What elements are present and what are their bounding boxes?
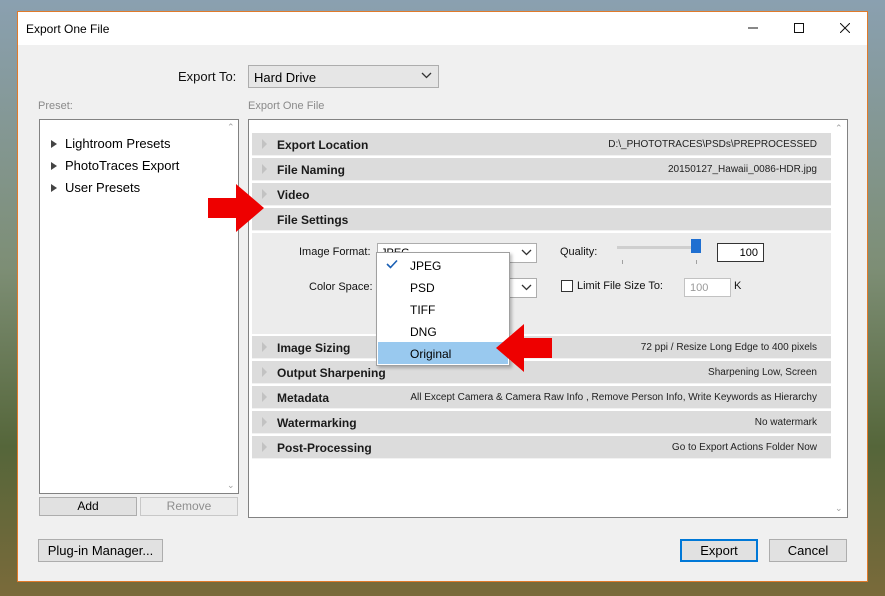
expand-triangle-icon[interactable]	[51, 183, 57, 192]
red-arrow-left-icon	[496, 324, 552, 372]
tree-item-user-presets[interactable]: User Presets	[51, 180, 140, 195]
export-button[interactable]: Export	[680, 539, 758, 562]
section-title: Video	[277, 188, 310, 202]
collapse-triangle-icon	[262, 367, 267, 377]
format-option-tiff[interactable]: TIFF	[378, 298, 508, 320]
option-label: Original	[410, 347, 452, 361]
chevron-down-icon	[421, 72, 432, 79]
preset-scrollbar[interactable]: ⌃ ⌄	[224, 120, 238, 493]
format-option-original[interactable]: Original	[378, 342, 508, 364]
chevron-down-icon	[521, 249, 532, 256]
section-summary: D:\_PHOTOTRACES\PSDs\PREPROCESSED	[608, 139, 817, 150]
limit-file-size-label: Limit File Size To:	[577, 280, 663, 292]
tree-item-lightroom-presets[interactable]: Lightroom Presets	[51, 136, 171, 151]
tree-item-label: Lightroom Presets	[65, 136, 171, 151]
maximize-icon	[794, 22, 804, 33]
option-label: JPEG	[410, 259, 442, 273]
close-button[interactable]	[822, 12, 868, 43]
section-video[interactable]: Video	[252, 183, 831, 206]
red-arrow-right-icon	[208, 184, 264, 232]
section-title: File Naming	[277, 163, 346, 177]
option-label: DNG	[410, 325, 437, 339]
section-file-settings[interactable]: File Settings	[252, 208, 831, 231]
limit-unit-label: K	[734, 280, 742, 292]
option-label: PSD	[410, 281, 435, 295]
expand-triangle-icon[interactable]	[51, 161, 57, 170]
scroll-down-icon[interactable]: ⌄	[835, 503, 843, 514]
preset-label: Preset:	[38, 100, 73, 112]
preset-tree: Lightroom Presets PhotoTraces Export Use…	[39, 119, 239, 494]
export-to-label: Export To:	[178, 69, 237, 84]
title-bar: Export One File	[18, 12, 867, 45]
tree-item-label: PhotoTraces Export	[65, 158, 180, 173]
cancel-button[interactable]: Cancel	[769, 539, 847, 562]
section-title: Image Sizing	[277, 341, 351, 355]
section-summary: All Except Camera & Camera Raw Info , Re…	[410, 392, 817, 403]
section-summary: Sharpening Low, Screen	[708, 367, 817, 378]
quality-slider-thumb[interactable]	[691, 239, 701, 253]
minimize-button[interactable]	[730, 12, 776, 43]
export-to-value: Hard Drive	[254, 70, 317, 85]
section-summary: Go to Export Actions Folder Now	[671, 442, 817, 453]
quality-label: Quality:	[560, 246, 598, 258]
export-settings-panel: Export Location D:\_PHOTOTRACES\PSDs\PRE…	[248, 119, 848, 518]
main-label: Export One File	[248, 100, 325, 112]
minimize-icon	[748, 27, 758, 28]
option-label: TIFF	[410, 303, 436, 317]
settings-scrollbar[interactable]: ⌃ ⌄	[832, 120, 846, 517]
format-option-psd[interactable]: PSD	[378, 276, 508, 298]
scroll-up-icon[interactable]: ⌃	[227, 122, 235, 133]
scroll-down-icon[interactable]: ⌄	[227, 480, 235, 491]
tree-item-phototraces-export[interactable]: PhotoTraces Export	[51, 158, 179, 173]
maximize-button[interactable]	[776, 12, 822, 43]
checkmark-icon	[386, 259, 398, 269]
section-title: Watermarking	[277, 416, 357, 430]
scroll-up-icon[interactable]: ⌃	[835, 123, 843, 134]
section-metadata[interactable]: Metadata All Except Camera & Camera Raw …	[252, 386, 831, 409]
section-title: Metadata	[277, 391, 330, 405]
section-post-processing[interactable]: Post-Processing Go to Export Actions Fol…	[252, 436, 831, 459]
section-export-location[interactable]: Export Location D:\_PHOTOTRACES\PSDs\PRE…	[252, 133, 831, 156]
section-watermarking[interactable]: Watermarking No watermark	[252, 411, 831, 434]
tree-item-label: User Presets	[65, 180, 141, 195]
expand-triangle-icon[interactable]	[51, 139, 57, 148]
slider-tick	[696, 260, 697, 264]
section-title: Output Sharpening	[277, 366, 386, 380]
quality-input[interactable]: 100	[717, 243, 764, 262]
section-summary: 20150127_Hawaii_0086-HDR.jpg	[668, 164, 817, 175]
limit-file-size-input[interactable]: 100	[684, 278, 731, 297]
section-title: Post-Processing	[277, 441, 372, 455]
section-summary: 72 ppi / Resize Long Edge to 400 pixels	[640, 342, 817, 353]
collapse-triangle-icon	[262, 342, 267, 352]
chevron-down-icon	[521, 284, 532, 291]
add-preset-button[interactable]: Add	[39, 497, 137, 516]
collapse-triangle-icon	[262, 392, 267, 402]
section-file-naming[interactable]: File Naming 20150127_Hawaii_0086-HDR.jpg	[252, 158, 831, 181]
section-summary: No watermark	[754, 417, 817, 428]
close-icon	[840, 22, 850, 33]
color-space-label: Color Space:	[309, 281, 373, 293]
quality-slider-track[interactable]	[617, 246, 699, 249]
collapse-triangle-icon	[262, 442, 267, 452]
section-title: Export Location	[277, 138, 369, 152]
section-title: File Settings	[277, 213, 349, 227]
image-format-dropdown: JPEG PSD TIFF DNG Original	[376, 252, 510, 366]
window-title: Export One File	[26, 22, 110, 36]
plugin-manager-button[interactable]: Plug-in Manager...	[38, 539, 163, 562]
limit-file-size-checkbox[interactable]	[561, 280, 573, 292]
format-option-jpeg[interactable]: JPEG	[378, 254, 508, 276]
export-to-select[interactable]: Hard Drive	[248, 65, 439, 88]
image-format-label: Image Format:	[299, 246, 371, 258]
format-option-dng[interactable]: DNG	[378, 320, 508, 342]
collapse-triangle-icon	[262, 139, 267, 149]
collapse-triangle-icon	[262, 164, 267, 174]
export-dialog: Export One File Export To: Hard Drive Pr…	[17, 11, 868, 582]
remove-preset-button[interactable]: Remove	[140, 497, 238, 516]
collapse-triangle-icon	[262, 417, 267, 427]
slider-tick	[622, 260, 623, 264]
